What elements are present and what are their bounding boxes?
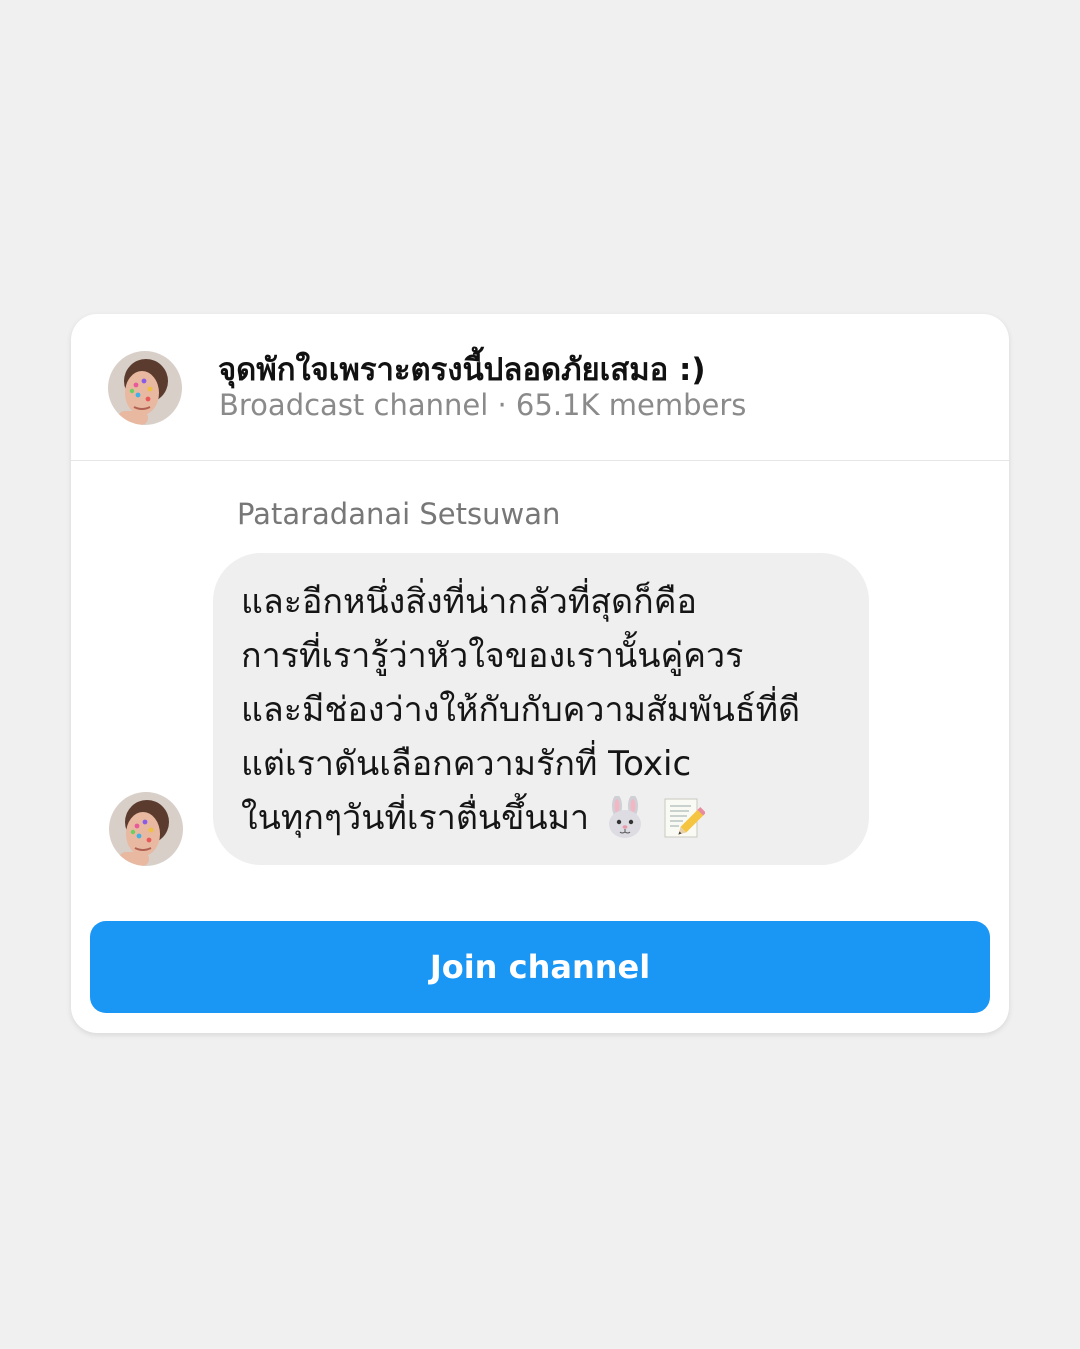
channel-header: จุดพักใจเพราะตรงนี้ปลอดภัยเสมอ :) Broadc…: [71, 314, 1009, 461]
message-bubble[interactable]: และอีกหนึ่งสิ่งที่น่ากลัวที่สุดก็คือ การ…: [213, 553, 869, 865]
message-line: แต่เราดันเลือกความรักที่ Toxic: [241, 744, 692, 784]
message-line: การที่เรารู้ว่าหัวใจของเรานั้นคู่ควร: [241, 636, 744, 676]
rabbit-face-icon: [603, 796, 647, 840]
channel-subtitle: Broadcast channel · 65.1K members: [219, 388, 747, 422]
channel-avatar[interactable]: [108, 351, 182, 425]
message-sender-name: Pataradanai Setsuwan: [237, 497, 561, 531]
message-line: และมีช่องว่างให้กับกับความสัมพันธ์ที่ดี: [241, 690, 801, 730]
channel-preview-card: จุดพักใจเพราะตรงนี้ปลอดภัยเสมอ :) Broadc…: [71, 314, 1009, 1033]
join-channel-button[interactable]: Join channel: [90, 921, 990, 1013]
memo-icon: [661, 796, 706, 840]
sender-avatar[interactable]: [109, 792, 183, 866]
message-line: ในทุกๆวันที่เราตื่นขึ้นมา: [241, 791, 849, 845]
message-line: และอีกหนึ่งสิ่งที่น่ากลัวที่สุดก็คือ: [241, 582, 697, 622]
channel-title: จุดพักใจเพราะตรงนี้ปลอดภัยเสมอ :): [218, 352, 706, 388]
